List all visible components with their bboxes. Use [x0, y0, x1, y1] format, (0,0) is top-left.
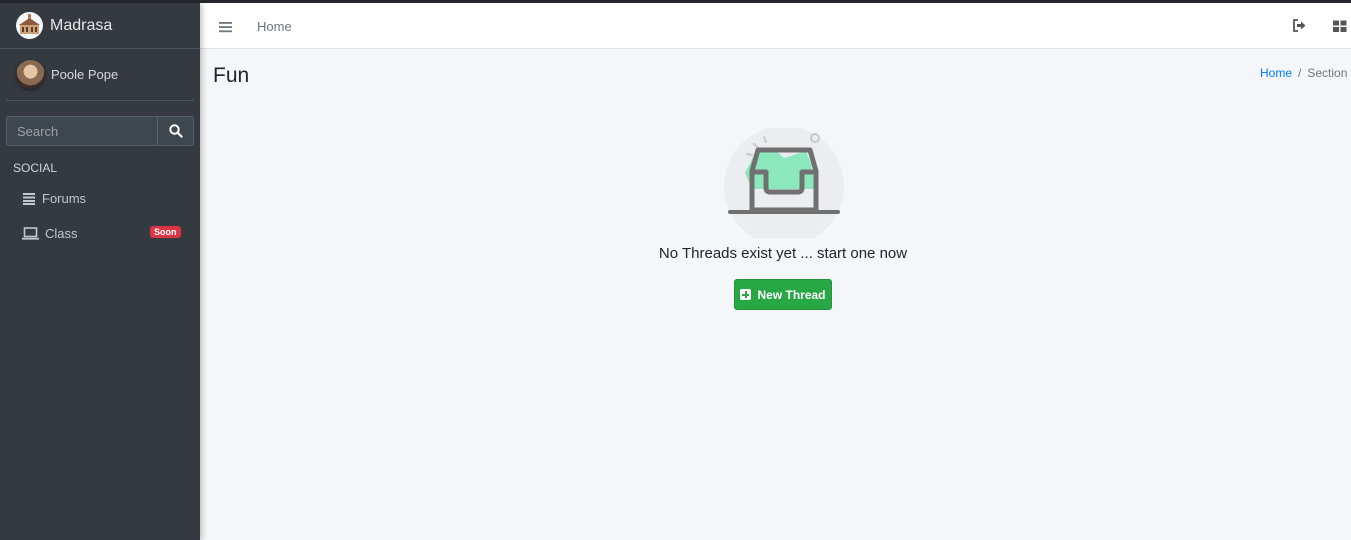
plus-square-icon — [740, 289, 752, 300]
grid-icon — [1333, 20, 1347, 32]
laptop-icon — [22, 226, 39, 240]
menu-toggle-button[interactable] — [219, 20, 232, 38]
list-icon — [23, 192, 35, 205]
sidebar-search — [6, 116, 194, 146]
page-title: Fun — [213, 64, 250, 87]
breadcrumb: Home / Section — [1260, 66, 1347, 80]
search-icon — [168, 124, 183, 138]
sidebar-item-class[interactable]: Class Soon — [0, 218, 200, 248]
empty-state-message: No Threads exist yet ... start one now — [658, 245, 908, 262]
sidebar-item-label: Class — [45, 225, 78, 241]
breadcrumb-home-link[interactable]: Home — [1260, 66, 1292, 80]
avatar — [16, 60, 45, 89]
user-panel[interactable]: Poole Pope — [6, 49, 194, 101]
sidebar: Madrasa Poole Pope SOCIAL Forums Class S — [0, 3, 200, 540]
nav-home-link[interactable]: Home — [257, 19, 292, 34]
inbox-icon — [724, 126, 844, 246]
logout-button[interactable] — [1292, 19, 1307, 37]
empty-inbox-illustration — [722, 126, 846, 246]
new-thread-label: New Thread — [757, 287, 826, 302]
brand-name: Madrasa — [50, 16, 113, 34]
search-input[interactable] — [6, 116, 157, 146]
top-navbar: Home — [200, 3, 1351, 49]
breadcrumb-separator: / — [1298, 66, 1302, 80]
sign-out-icon — [1293, 19, 1306, 32]
new-thread-button[interactable]: New Thread — [734, 279, 832, 310]
nav-header-social: SOCIAL — [13, 161, 58, 175]
window-top-border — [0, 0, 1351, 3]
brand-link[interactable]: Madrasa — [0, 3, 200, 49]
breadcrumb-current: Section — [1307, 66, 1348, 80]
madrasa-logo-icon — [16, 12, 43, 39]
apps-button[interactable] — [1332, 20, 1348, 38]
sidebar-item-label: Forums — [42, 190, 87, 206]
hamburger-icon — [219, 22, 232, 33]
search-button[interactable] — [157, 116, 194, 146]
user-name[interactable]: Poole Pope — [51, 67, 118, 82]
soon-badge: Soon — [150, 226, 181, 238]
sidebar-item-forums[interactable]: Forums — [0, 183, 200, 213]
